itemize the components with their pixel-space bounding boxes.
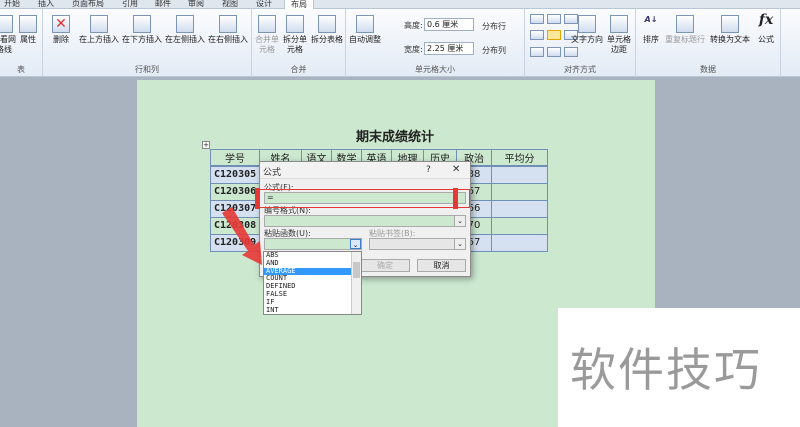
insert-above-icon <box>90 15 108 33</box>
convert-to-text-icon <box>721 15 739 33</box>
ribbon: 查看网格线 属性 表 ✕删除 在上方插入 在下方插入 在左侧插入 在右侧插入 行… <box>0 9 800 77</box>
insert-left-button[interactable]: 在左侧插入 <box>164 15 206 45</box>
list-item[interactable]: INT <box>264 306 361 315</box>
list-item[interactable]: FALSE <box>264 290 361 299</box>
help-button[interactable]: ? <box>426 165 431 175</box>
average-cell[interactable] <box>491 233 548 252</box>
insert-above-button[interactable]: 在上方插入 <box>78 15 120 45</box>
table-move-handle[interactable]: + <box>202 141 210 149</box>
group-data: A↓ 排序 重复标题行 转换为文本 fx 公式 数据 <box>636 9 781 77</box>
align-center-icon[interactable] <box>547 30 561 41</box>
chevron-down-icon[interactable]: ⌄ <box>454 216 465 226</box>
cell-margins-icon <box>610 15 628 33</box>
distribute-rows-button[interactable]: 分布行 <box>482 21 506 32</box>
group-rows-cols: ✕ 删除 在上方插入 在下方插入 在左侧插入 在右侧插入 行和列 <box>43 9 252 77</box>
average-cell[interactable] <box>491 182 548 201</box>
align-icon[interactable] <box>547 46 561 57</box>
average-cell[interactable] <box>491 165 548 184</box>
tab-mailings[interactable]: 邮件 <box>155 0 171 9</box>
average-cell[interactable] <box>491 199 548 218</box>
scrollbar[interactable] <box>351 252 361 314</box>
average-cell[interactable] <box>491 216 548 235</box>
highlight-marker <box>453 188 458 209</box>
sort-az-icon: A↓ <box>644 15 658 24</box>
repeat-header-button[interactable]: 重复标题行 <box>664 15 706 45</box>
align-icon[interactable] <box>564 46 578 57</box>
align-icon[interactable] <box>530 46 544 57</box>
tab-home[interactable]: 开始 <box>4 0 20 9</box>
align-icon[interactable] <box>530 14 544 24</box>
function-list[interactable]: ABS AND AVERAGE COUNT DEFINED FALSE IF I… <box>263 251 362 315</box>
split-cells-icon <box>286 15 304 33</box>
repeat-header-icon <box>676 15 694 33</box>
delete-button[interactable]: ✕ 删除 <box>47 15 75 45</box>
autofit-icon <box>356 15 374 33</box>
tab-insert[interactable]: 插入 <box>38 0 54 9</box>
number-format-select[interactable]: ⌄ <box>264 215 466 227</box>
delete-icon: ✕ <box>52 15 70 33</box>
properties-icon <box>19 15 37 33</box>
chevron-down-icon[interactable]: ⌄ <box>454 239 465 249</box>
tab-design[interactable]: 设计 <box>256 0 272 9</box>
red-arrow-annotation <box>222 207 262 265</box>
tab-page-layout[interactable]: 页面布局 <box>72 0 104 9</box>
align-icon[interactable] <box>530 30 544 41</box>
chevron-down-icon[interactable]: ⌄ <box>350 239 361 249</box>
dialog-title: 公式 <box>263 168 282 178</box>
insert-left-icon <box>176 15 194 33</box>
merge-cells-icon <box>258 15 276 33</box>
ribbon-tabs: 开始 插入 页面布局 引用 邮件 审阅 视图 设计 布局 <box>0 0 800 9</box>
header-cell: 学号 <box>210 149 260 167</box>
watermark: 软件技巧 <box>558 308 800 427</box>
fx-icon: fx <box>758 12 774 28</box>
sort-button[interactable]: A↓ 排序 <box>638 15 664 45</box>
highlight-box <box>255 189 470 208</box>
split-table-button[interactable]: 拆分表格 <box>310 15 344 45</box>
paste-function-select[interactable]: ⌄ <box>264 238 362 250</box>
insert-below-button[interactable]: 在下方插入 <box>121 15 163 45</box>
tab-view[interactable]: 视图 <box>222 0 238 9</box>
ok-button[interactable]: 确定 <box>360 259 410 272</box>
document-title: 期末成绩统计 <box>356 130 435 145</box>
formula-button[interactable]: fx 公式 <box>753 12 779 45</box>
insert-below-icon <box>133 15 151 33</box>
width-input[interactable]: 2.25 厘米 <box>424 42 474 55</box>
group-merge: 合并单元格 拆分单元格 拆分表格 合并 <box>252 9 346 77</box>
cancel-button[interactable]: 取消 <box>417 259 466 272</box>
text-direction-icon <box>578 15 596 33</box>
tab-layout[interactable]: 布局 <box>284 0 314 9</box>
gridlines-icon <box>0 15 13 33</box>
height-input[interactable]: 0.6 厘米 <box>424 18 474 31</box>
convert-to-text-button[interactable]: 转换为文本 <box>708 15 752 45</box>
insert-right-icon <box>219 15 237 33</box>
scroll-thumb[interactable] <box>353 262 360 278</box>
group-table: 查看网格线 属性 表 <box>0 9 43 77</box>
merge-cells-button[interactable]: 合并单元格 <box>254 15 280 55</box>
header-cell: 平均分 <box>491 149 548 167</box>
group-cell-size: 自动调整 高度: 0.6 厘米 宽度: 2.25 厘米 分布行 分布列 单元格大… <box>346 9 525 77</box>
align-icon[interactable] <box>547 14 561 24</box>
split-table-icon <box>318 15 336 33</box>
cell-margins-button[interactable]: 单元格边距 <box>605 15 633 55</box>
group-alignment: 文字方向 单元格边距 对齐方式 <box>525 9 636 77</box>
close-button[interactable]: ✕ <box>452 164 460 175</box>
split-cells-button[interactable]: 拆分单元格 <box>282 15 308 55</box>
autofit-button[interactable]: 自动调整 <box>348 15 382 45</box>
properties-button[interactable]: 属性 <box>15 15 41 45</box>
text-direction-button[interactable]: 文字方向 <box>570 15 604 45</box>
view-gridlines-button[interactable]: 查看网格线 <box>0 15 16 55</box>
insert-right-button[interactable]: 在右侧插入 <box>207 15 249 45</box>
paste-bookmark-select[interactable]: ⌄ <box>369 238 466 250</box>
distribute-cols-button[interactable]: 分布列 <box>482 45 506 56</box>
tab-review[interactable]: 审阅 <box>188 0 204 9</box>
tab-references[interactable]: 引用 <box>122 0 138 9</box>
